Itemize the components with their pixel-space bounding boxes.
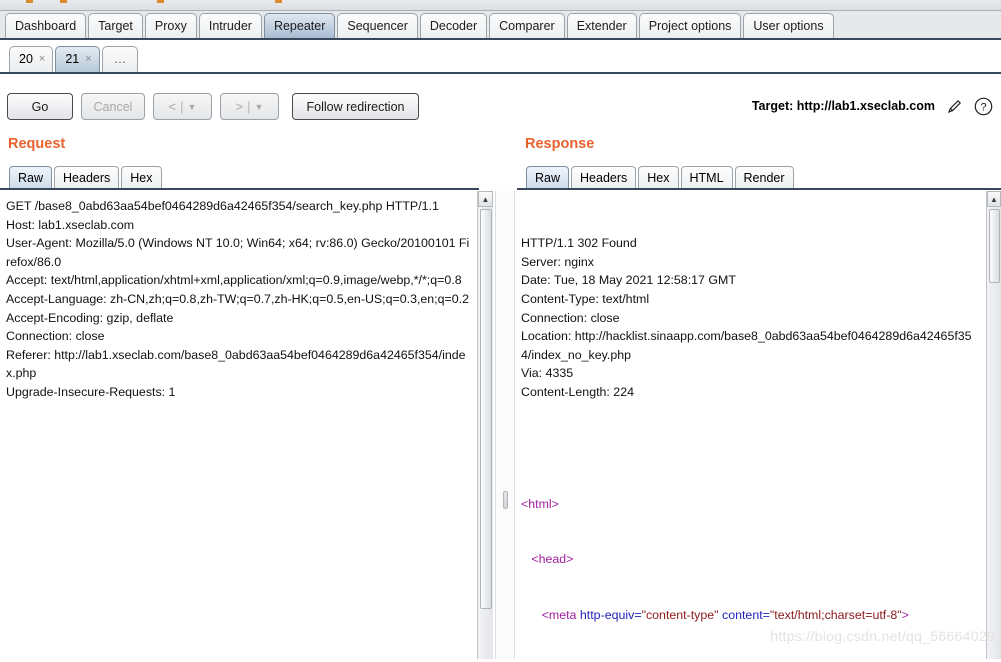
response-panel-title: Response	[525, 136, 595, 152]
cancel-button[interactable]: Cancel	[81, 93, 145, 120]
request-line: GET /base8_0abd63aa54bef0464289d6a42465f…	[6, 199, 439, 213]
request-scrollbar[interactable]: ▲	[477, 191, 493, 659]
question-icon[interactable]: ?	[973, 95, 993, 117]
back-button[interactable]: < | ▼	[153, 93, 212, 120]
scroll-up-icon[interactable]: ▲	[478, 191, 493, 207]
response-scrollbar[interactable]: ▲	[986, 191, 1001, 659]
response-scroll-thumb[interactable]	[989, 209, 1000, 283]
response-header-line: Connection: close	[521, 310, 620, 325]
back-arrow-icon: <	[168, 99, 177, 114]
response-header-line: Via: 4335	[521, 366, 574, 381]
burp-repeater-window: Dashboard Target Proxy Intruder Repeater Sequ…	[0, 0, 1001, 662]
chevron-down-icon[interactable]: ▼	[255, 102, 264, 112]
response-tab-html[interactable]: HTML	[680, 166, 733, 189]
target-label: Target: http://lab1.xseclab.com	[751, 99, 935, 113]
repeater-tab-20[interactable]: 20 ×	[9, 46, 54, 72]
response-header-line: Date: Tue, 18 May 2021 12:58:17 GMT	[521, 273, 736, 288]
response-tab-bar: Raw Headers Hex HTML Render	[526, 165, 796, 189]
response-header-line: HTTP/1.1 302 Found	[521, 236, 637, 251]
svg-text:?: ?	[980, 101, 986, 113]
main-tab-intruder[interactable]: Intruder	[198, 13, 262, 38]
request-tab-bar: Raw Headers Hex	[9, 165, 164, 189]
response-body-meta: <meta http-equiv="content-type" content=…	[541, 608, 909, 623]
response-headers-block: HTTP/1.1 302 Found Server: nginx Date: Tue…	[521, 234, 977, 401]
forward-divider: |	[247, 99, 251, 114]
top-toolbar-strip	[0, 0, 1001, 11]
main-tab-dashboard[interactable]: Dashboard	[5, 13, 87, 38]
scroll-up-icon[interactable]: ▲	[987, 191, 1001, 207]
request-line: Accept-Encoding: gzip, deflate	[6, 310, 174, 325]
main-tab-extender[interactable]: Extender	[566, 13, 637, 38]
panel-divider[interactable]	[495, 191, 515, 659]
request-line: Referer: http://lab1.xseclab.com/base8_0…	[6, 347, 466, 381]
watermark: https://blog.csdn.net/qq_56664029	[770, 628, 995, 644]
main-tab-user-options[interactable]: User options	[743, 13, 834, 38]
forward-arrow-icon: >	[235, 99, 244, 114]
response-header-line: Content-Type: text/html	[521, 291, 650, 306]
request-scroll-thumb[interactable]	[480, 209, 492, 609]
main-tab-project-options[interactable]: Project options	[638, 13, 742, 38]
toolbar-icon-1	[26, 0, 33, 3]
request-line: Accept-Language: zh-CN,zh;q=0.8,zh-TW;q=…	[6, 291, 469, 306]
repeater-tab-label: 21	[65, 52, 80, 66]
request-line: Host: lab1.xseclab.com	[6, 217, 135, 232]
request-tab-raw[interactable]: Raw	[9, 166, 53, 189]
toolbar-icon-3	[157, 0, 164, 3]
response-header-line: Server: nginx	[521, 254, 595, 269]
divider-grip[interactable]	[503, 491, 508, 509]
request-line: User-Agent: Mozilla/5.0 (Windows NT 10.0…	[6, 236, 470, 269]
request-tab-hex[interactable]: Hex	[121, 166, 162, 189]
response-tab-raw[interactable]: Raw	[526, 166, 570, 189]
response-tab-render[interactable]: Render	[734, 166, 794, 189]
response-tab-hex[interactable]: Hex	[638, 166, 679, 189]
main-tab-sequencer[interactable]: Sequencer	[337, 13, 418, 38]
response-tab-headers[interactable]: Headers	[571, 166, 637, 189]
forward-button[interactable]: > | ▼	[220, 93, 279, 120]
request-line: Accept: text/html,application/xhtml+xml,…	[6, 273, 462, 288]
request-tab-rule	[0, 188, 479, 190]
response-body-html-open: <html>	[521, 496, 559, 511]
back-divider: |	[180, 99, 184, 114]
follow-redirection-button[interactable]: Follow redirection	[292, 93, 419, 120]
target-area: Target: http://lab1.xseclab.com ?	[752, 95, 993, 117]
response-tab-rule	[517, 188, 1001, 190]
go-button[interactable]: Go	[7, 93, 73, 120]
main-tab-bar: Dashboard Target Proxy Intruder Repeater Sequ…	[0, 11, 1001, 40]
response-blank-line	[521, 439, 977, 458]
pencil-icon[interactable]	[944, 95, 964, 117]
chevron-down-icon[interactable]: ▼	[188, 102, 197, 112]
main-tab-repeater[interactable]: Repeater	[263, 13, 336, 38]
repeater-tab-21[interactable]: 21 ×	[55, 46, 100, 72]
close-icon[interactable]: ×	[39, 47, 45, 72]
toolbar-icon-2	[60, 0, 67, 3]
response-editor[interactable]: HTTP/1.1 302 Found Server: nginx Date: Tue…	[519, 191, 981, 659]
main-tab-proxy[interactable]: Proxy	[144, 13, 197, 38]
main-tab-target[interactable]: Target	[88, 13, 143, 38]
repeater-tab-…[interactable]: …	[101, 46, 139, 72]
request-editor[interactable]: GET /base8_0abd63aa54bef0464289d6a42465f…	[3, 191, 475, 659]
repeater-tab-label: 20	[19, 52, 33, 66]
request-tab-headers[interactable]: Headers	[54, 166, 120, 189]
main-tab-decoder[interactable]: Decoder	[419, 13, 488, 38]
response-header-line: Location: http://hacklist.sinaapp.com/ba…	[521, 329, 972, 362]
response-body-head-open: <head>	[531, 552, 574, 567]
request-panel-title: Request	[8, 136, 66, 152]
request-line: Upgrade-Insecure-Requests: 1	[6, 384, 176, 399]
repeater-tab-bar: 20 × 21 × …	[0, 42, 1001, 74]
repeater-tab-label: …	[113, 52, 127, 66]
close-icon[interactable]: ×	[85, 47, 91, 72]
main-tab-comparer[interactable]: Comparer	[489, 13, 565, 38]
toolbar-icon-4	[275, 0, 282, 3]
response-header-line: Content-Length: 224	[521, 384, 634, 399]
request-line: Connection: close	[6, 329, 105, 344]
